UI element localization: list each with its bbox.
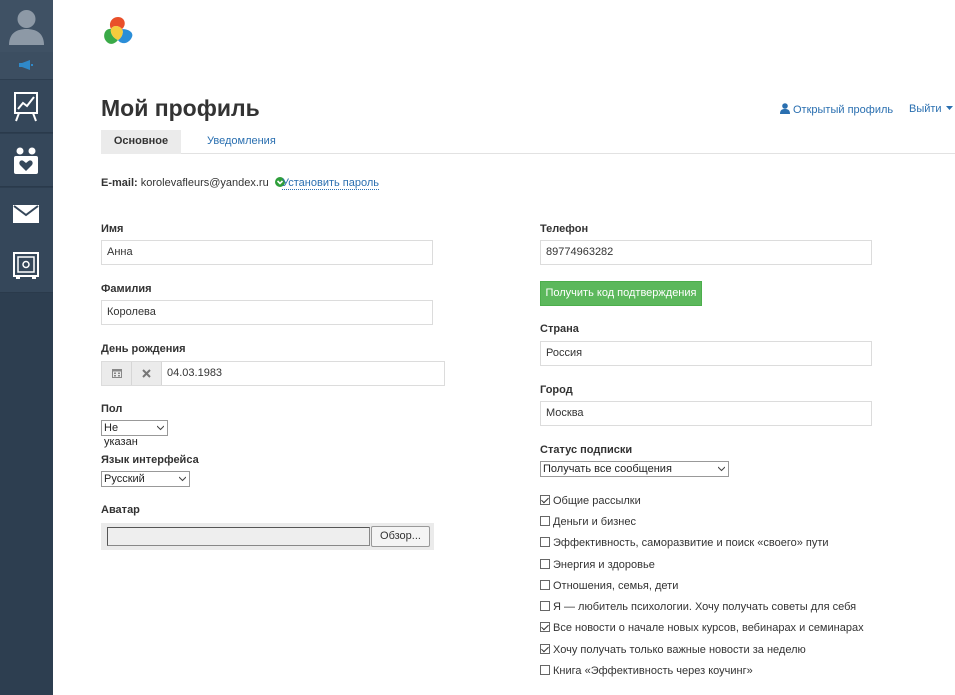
calendar-button[interactable] [102, 362, 132, 385]
logout-label: Выйти [909, 103, 942, 115]
phone-label: Телефон [540, 223, 589, 235]
subscription-option[interactable]: Хочу получать только важные новости за н… [540, 644, 806, 656]
checkbox-label: Все новости о начале новых курсов, вебин… [553, 622, 864, 634]
city-input[interactable]: Москва [540, 401, 872, 426]
subscription-value: Получать все сообщения [543, 463, 672, 475]
checkbox-label: Хочу получать только важные новости за н… [553, 644, 806, 656]
gender-value: Не указан [104, 422, 138, 448]
logout-dropdown[interactable]: Выйти [909, 103, 953, 115]
checkbox[interactable] [540, 537, 550, 547]
avatar-file-field[interactable] [107, 527, 370, 546]
user-icon [780, 103, 790, 114]
subscription-option[interactable]: Отношения, семья, дети [540, 580, 678, 592]
subscription-option[interactable]: Я — любитель психологии. Хочу получать с… [540, 601, 856, 613]
checkbox-label: Общие рассылки [553, 495, 641, 507]
subscription-select[interactable]: Получать все сообщения [540, 461, 729, 477]
caret-down-icon [945, 106, 953, 110]
user-avatar-icon [9, 10, 44, 45]
language-select[interactable]: Русский [101, 471, 190, 487]
checkbox[interactable] [540, 580, 550, 590]
checkbox[interactable] [540, 601, 550, 611]
subscription-option[interactable]: Эффективность, саморазвитие и поиск «сво… [540, 537, 829, 549]
subscription-label: Статус подписки [540, 444, 633, 456]
email-row: E-mail: korolevafleurs@yandex.ru [101, 177, 285, 189]
subscription-option[interactable]: Энергия и здоровье [540, 559, 655, 571]
close-icon [142, 369, 151, 378]
country-label: Страна [540, 323, 579, 335]
sidebar-item-messages[interactable] [0, 188, 53, 241]
page-title: Мой профиль [101, 95, 260, 121]
first-name-input[interactable]: Анна [101, 240, 433, 265]
avatar-upload: Обзор... [101, 523, 434, 550]
clear-date-button[interactable] [132, 362, 162, 385]
city-label: Город [540, 384, 573, 396]
checkbox[interactable] [540, 622, 550, 632]
birthday-label: День рождения [101, 343, 186, 355]
gender-select[interactable]: Не указан [101, 420, 168, 448]
tab-bar: Основное Уведомления [101, 130, 955, 154]
language-value: Русский [104, 473, 145, 485]
tab-notifications[interactable]: Уведомления [207, 130, 276, 154]
birthday-value[interactable]: 04.03.1983 [167, 362, 222, 385]
megaphone-icon [19, 60, 33, 70]
chevron-down-icon [157, 425, 164, 431]
checkbox-label: Эффективность, саморазвитие и поиск «сво… [553, 537, 829, 549]
last-name-input[interactable]: Королева [101, 300, 433, 325]
tab-main[interactable]: Основное [101, 130, 181, 154]
checkbox[interactable] [540, 665, 550, 675]
checkbox[interactable] [540, 495, 550, 505]
public-profile-label: Открытый профиль [793, 104, 894, 116]
checkbox-label: Я — любитель психологии. Хочу получать с… [553, 601, 857, 613]
first-name-label: Имя [101, 223, 124, 235]
get-confirmation-code-button[interactable]: Получить код подтверждения [540, 281, 702, 306]
subscription-option[interactable]: Деньги и бизнес [540, 516, 636, 528]
checkbox[interactable] [540, 516, 550, 526]
last-name-label: Фамилия [101, 283, 152, 295]
sidebar-avatar[interactable] [0, 0, 53, 52]
gender-label: Пол [101, 403, 123, 415]
subscription-option[interactable]: Общие рассылки [540, 495, 641, 507]
checkbox-label: Деньги и бизнес [553, 516, 636, 528]
subscription-option[interactable]: Все новости о начале новых курсов, вебин… [540, 622, 864, 634]
country-input[interactable]: Россия [540, 341, 872, 366]
checkbox-label: Книга «Эффективность через коучинг» [553, 665, 753, 677]
avatar-label: Аватар [101, 504, 140, 516]
chart-board-icon [14, 92, 38, 122]
logo-icon [104, 17, 133, 44]
browse-button[interactable]: Обзор... [371, 526, 430, 547]
checkbox-label: Отношения, семья, дети [553, 580, 679, 592]
subscription-option[interactable]: Книга «Эффективность через коучинг» [540, 665, 753, 677]
chevron-down-icon [718, 466, 725, 472]
safe-icon [13, 252, 39, 279]
calendar-icon [112, 369, 122, 378]
public-profile-link[interactable]: Открытый профиль [780, 103, 893, 116]
sidebar-item-stats[interactable] [0, 80, 53, 133]
email-label: E-mail: [101, 177, 138, 189]
checkbox-label: Энергия и здоровье [553, 559, 655, 571]
sidebar-notifications[interactable] [0, 52, 53, 79]
language-label: Язык интерфейса [101, 454, 199, 466]
birthday-field: 04.03.1983 [101, 361, 445, 386]
checkbox[interactable] [540, 559, 550, 569]
family-heart-icon [14, 147, 38, 174]
phone-input[interactable]: 89774963282 [540, 240, 872, 265]
chevron-down-icon [179, 476, 186, 482]
email-value: korolevafleurs@yandex.ru [140, 177, 269, 189]
sidebar-item-safe[interactable] [0, 240, 53, 293]
checkbox[interactable] [540, 644, 550, 654]
envelope-icon [13, 205, 39, 223]
sidebar-item-family[interactable] [0, 134, 53, 187]
sidebar [0, 0, 53, 695]
set-password-link[interactable]: Установить пароль [282, 177, 380, 190]
